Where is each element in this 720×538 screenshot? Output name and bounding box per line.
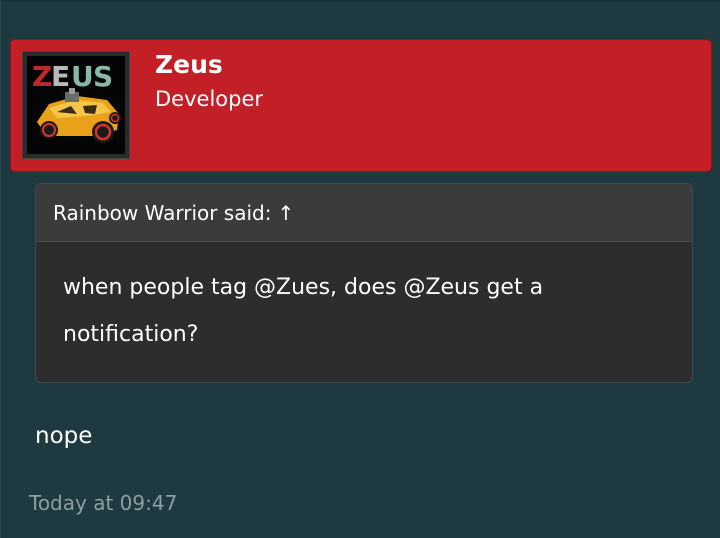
svg-text:Z: Z: [32, 60, 52, 93]
forum-post: Z E U S Zeus Developer Rainbow Warrior s…: [0, 0, 720, 538]
avatar[interactable]: Z E U S: [22, 51, 130, 159]
user-header: Z E U S Zeus Developer: [10, 39, 712, 172]
top-divider: [1, 0, 720, 2]
quote-content: when people tag @Zues, does @Zeus get a …: [36, 242, 692, 358]
post-message: nope: [35, 423, 93, 449]
avatar-car-icon: Z E U S: [27, 56, 125, 154]
svg-text:S: S: [93, 60, 112, 93]
quote-header: Rainbow Warrior said: ↑: [36, 184, 692, 242]
svg-text:E: E: [51, 60, 69, 93]
avatar-image: Z E U S: [27, 56, 125, 154]
post-timestamp[interactable]: Today at 09:47: [29, 488, 177, 518]
quote-block: Rainbow Warrior said: ↑ when people tag …: [35, 183, 693, 383]
user-title: Developer: [155, 87, 264, 111]
quote-text-line: when people tag @Zues, does @Zeus get a: [63, 275, 544, 300]
jump-to-quote-arrow-icon[interactable]: ↑: [277, 201, 294, 225]
quote-text-line: notification?: [63, 322, 199, 347]
quote-author: Rainbow Warrior said:: [53, 200, 272, 225]
username-link[interactable]: Zeus: [155, 50, 223, 80]
